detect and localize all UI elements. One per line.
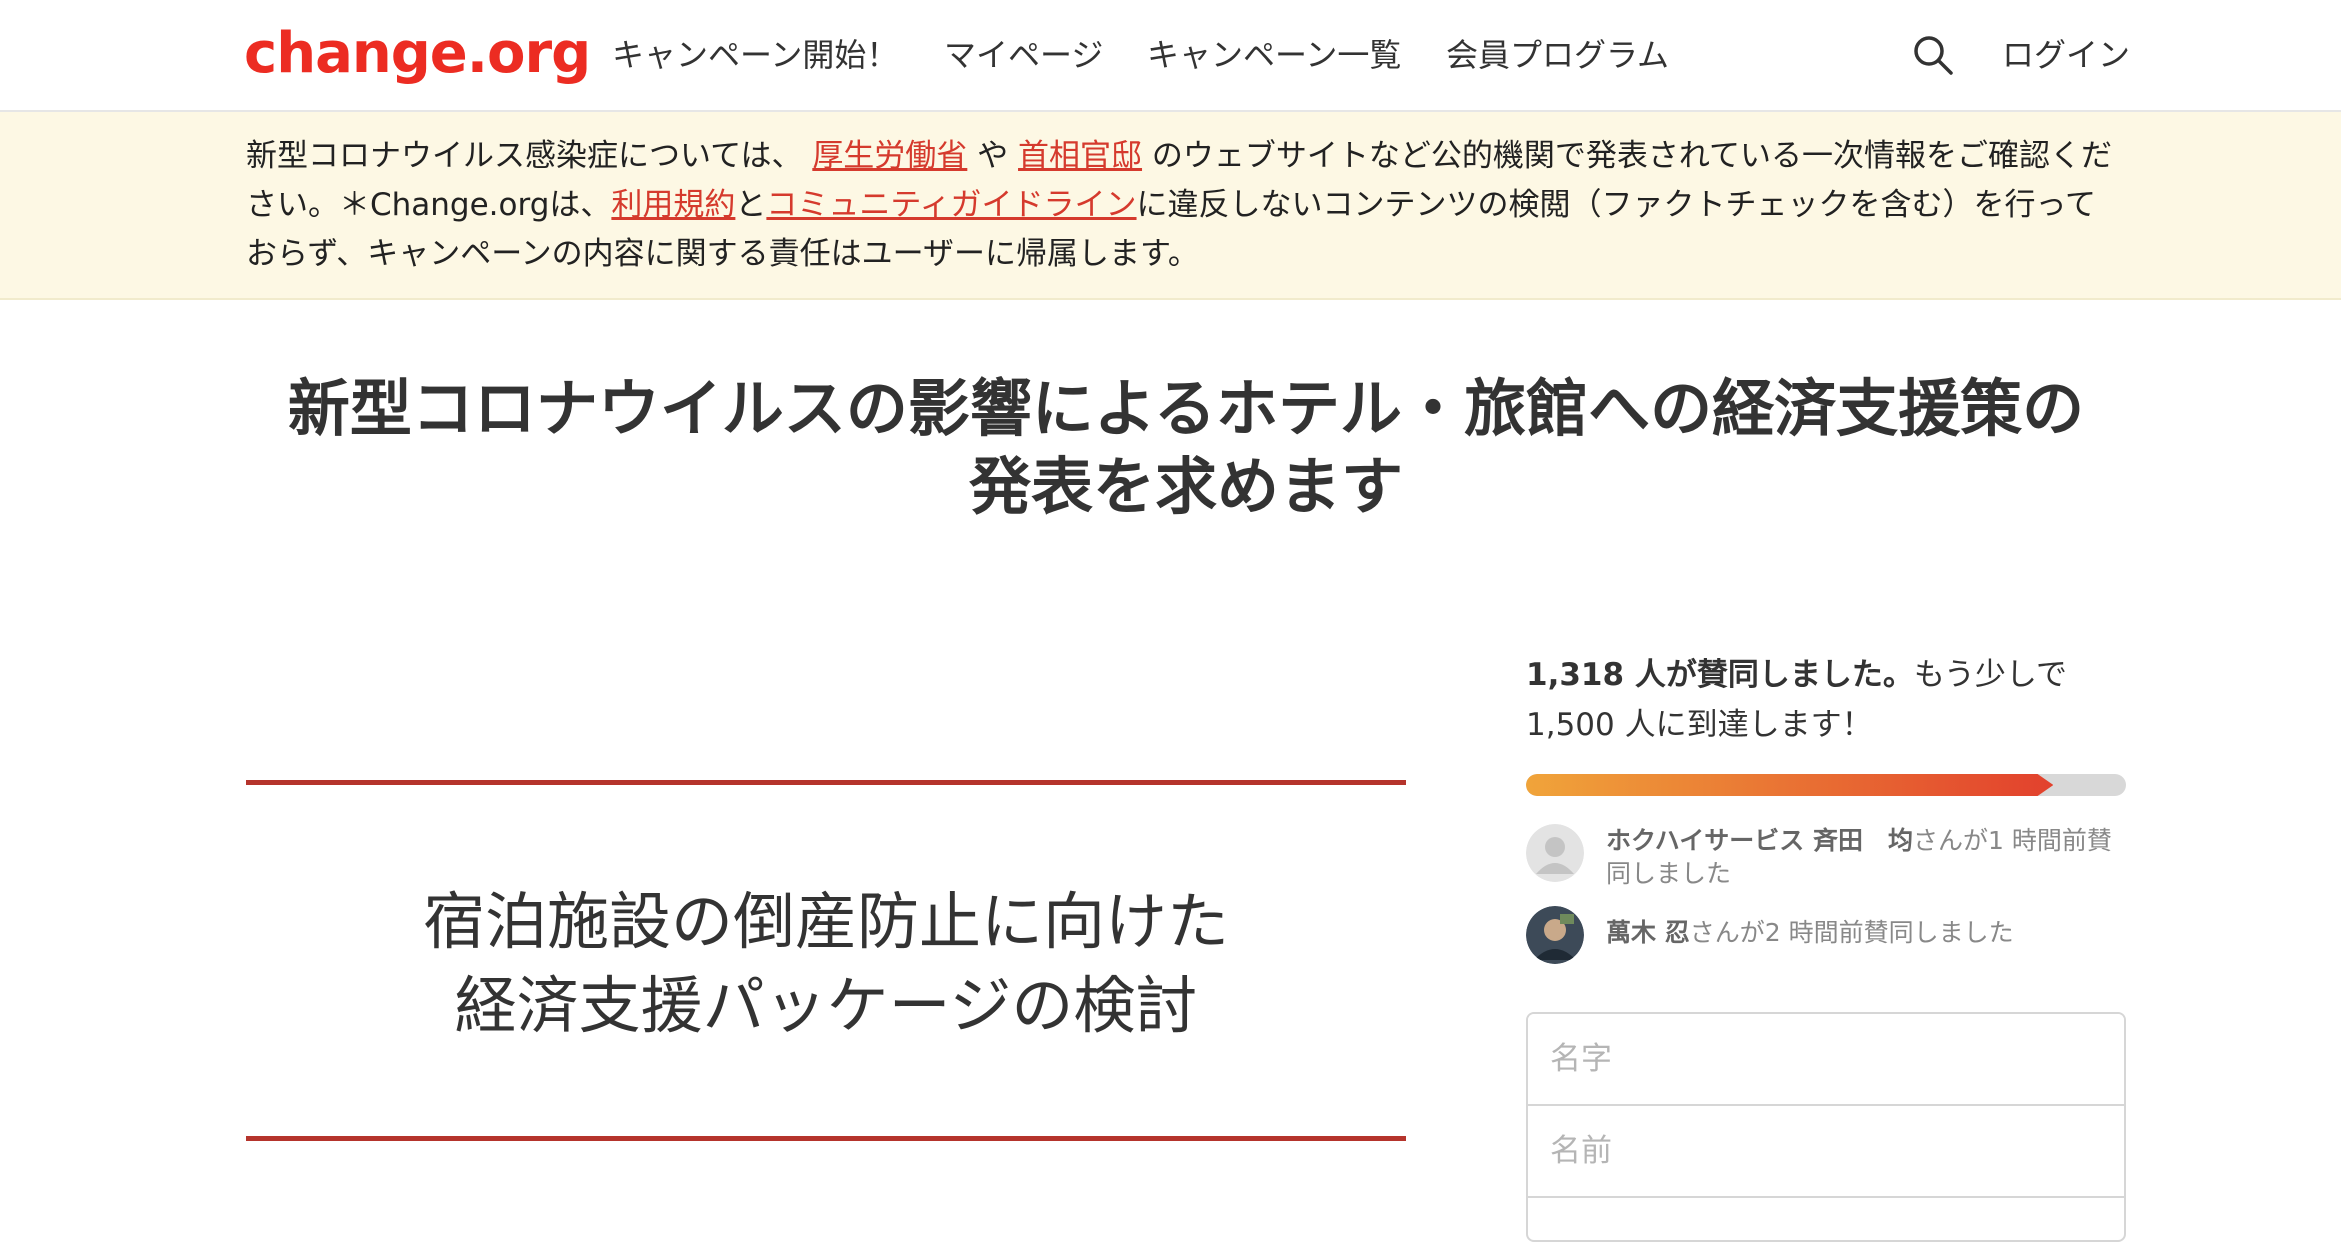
signature-sidebar: 1,318 人が賛同しました。もう少しで 1,500 人に到達します！ ホクハイサ… bbox=[1526, 650, 2126, 1242]
signature-progress-fill bbox=[1526, 774, 2054, 796]
image-caption: 宿泊施設の倒産防止に向けた 経済支援パッケージの検討 bbox=[246, 880, 1406, 1048]
nav-my-page[interactable]: マイページ bbox=[944, 30, 1103, 80]
search-icon bbox=[1914, 36, 1953, 75]
image-bottom-rule bbox=[246, 1136, 1406, 1141]
first-name-field[interactable] bbox=[1528, 1106, 2124, 1198]
login-link[interactable]: ログイン bbox=[2002, 30, 2130, 80]
notice-text-part: や bbox=[967, 138, 1019, 174]
last-name-field[interactable] bbox=[1528, 1014, 2124, 1106]
notice-text-part: 新型コロナウイルス感染症については、 bbox=[246, 138, 813, 174]
notice-text-part: と bbox=[735, 187, 767, 223]
image-caption-line: 経済支援パッケージの検討 bbox=[454, 969, 1198, 1042]
petition-title: 新型コロナウイルスの影響によるホテル・旅館への経済支援策の 発表を求めます bbox=[246, 370, 2126, 526]
signer-name: ホクハイサービス 斉田 均 bbox=[1606, 826, 1913, 855]
signature-progress-bar bbox=[1526, 774, 2126, 796]
user-photo-icon bbox=[1526, 906, 1584, 964]
avatar bbox=[1526, 824, 1584, 882]
recent-signer-text: ホクハイサービス 斉田 均さんが1 時間前賛同しました bbox=[1606, 824, 2126, 890]
site-header: change.org キャンペーン開始！ マイページ キャンペーン一覧 会員プロ… bbox=[0, 0, 2341, 112]
kantei-link[interactable]: 首相官邸 bbox=[1018, 138, 1142, 174]
signer-time: さんが2 時間前賛同しました bbox=[1689, 918, 2014, 947]
default-avatar-icon bbox=[1526, 824, 1584, 882]
nav-start-campaign[interactable]: キャンペーン開始！ bbox=[612, 30, 898, 80]
signature-count: 1,318 人が賛同しました。もう少しで 1,500 人に到達します！ bbox=[1526, 650, 2126, 750]
signature-count-rest: もう少しで bbox=[1913, 657, 2067, 693]
covid-notice-banner: 新型コロナウイルス感染症については、 厚生労働省 や 首相官邸 のウェブサイトな… bbox=[0, 112, 2341, 300]
signature-count-bold: 1,318 人が賛同しました。 bbox=[1526, 657, 1914, 693]
community-guidelines-link[interactable]: コミュニティガイドライン bbox=[766, 187, 1136, 223]
notice-text: 新型コロナウイルス感染症については、 厚生労働省 や 首相官邸 のウェブサイトな… bbox=[246, 132, 2126, 279]
nav-membership-program[interactable]: 会員プログラム bbox=[1446, 30, 1669, 80]
sign-petition-form bbox=[1526, 1012, 2126, 1242]
image-caption-line: 宿泊施設の倒産防止に向けた bbox=[422, 885, 1229, 958]
search-button[interactable] bbox=[1912, 34, 1954, 76]
image-top-rule bbox=[246, 780, 1406, 785]
petition-title-line: 発表を求めます bbox=[968, 450, 1403, 523]
nav-campaign-list[interactable]: キャンペーン一覧 bbox=[1147, 30, 1401, 80]
terms-of-service-link[interactable]: 利用規約 bbox=[611, 187, 735, 223]
signer-name: 萬木 忍 bbox=[1606, 918, 1690, 947]
signature-goal: 1,500 人に到達します！ bbox=[1526, 707, 1873, 743]
mhlw-link[interactable]: 厚生労働省 bbox=[812, 138, 967, 174]
petition-title-line: 新型コロナウイルスの影響によるホテル・旅館への経済支援策の bbox=[287, 372, 2085, 445]
change-org-logo[interactable]: change.org bbox=[244, 18, 591, 90]
recent-signer-text: 萬木 忍さんが2 時間前賛同しました bbox=[1606, 916, 2126, 949]
petition-image: 宿泊施設の倒産防止に向けた 経済支援パッケージの検討 bbox=[246, 780, 1406, 1144]
avatar bbox=[1526, 906, 1584, 964]
